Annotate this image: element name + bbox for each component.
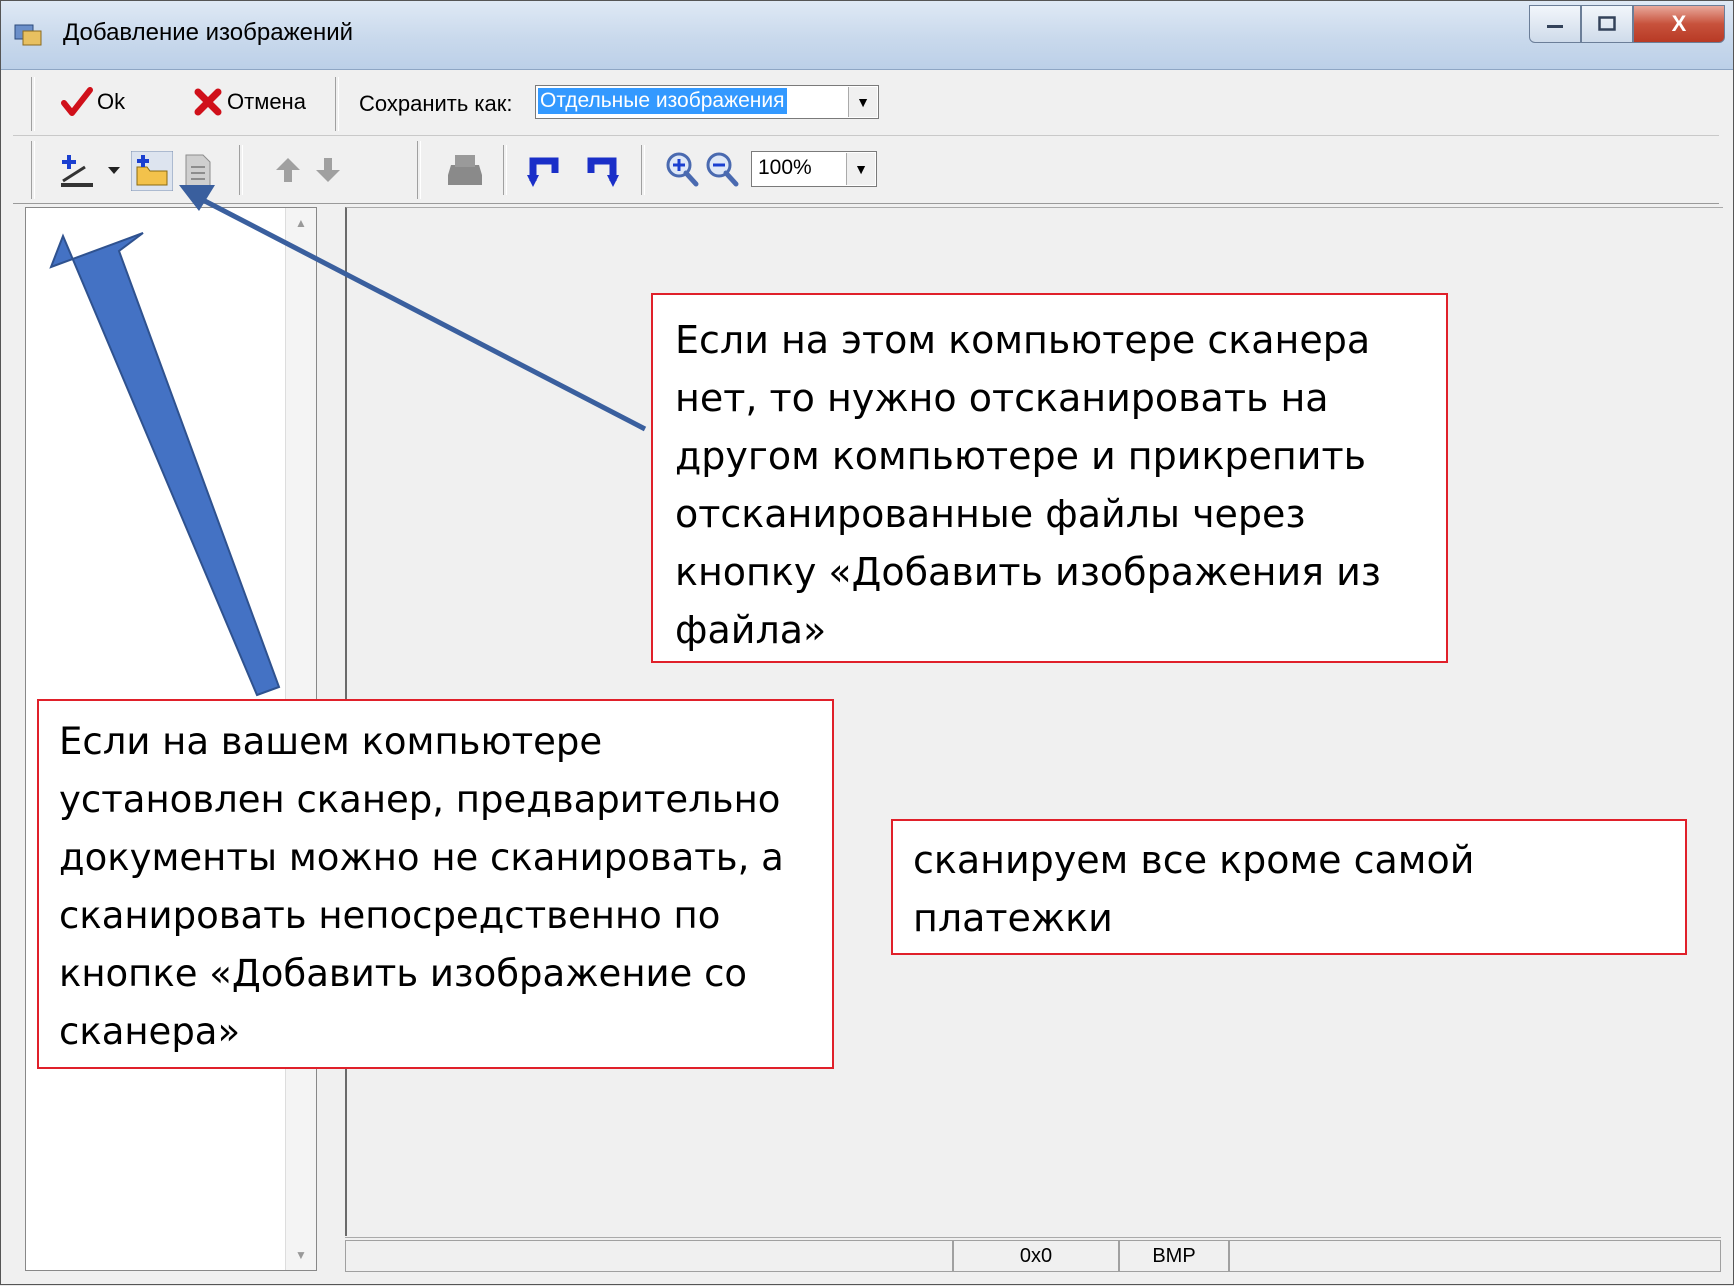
title-bar[interactable]: Добавление изображений X: [1, 1, 1733, 70]
ok-button[interactable]: Ok: [61, 87, 125, 117]
checkmark-icon: [61, 87, 93, 116]
save-as-value: Отдельные изображения: [538, 88, 787, 114]
toolbar-separator: [31, 77, 35, 131]
cross-icon: [194, 88, 222, 116]
chevron-down-icon[interactable]: ▼: [848, 87, 877, 117]
toolbar-separator: [31, 141, 35, 199]
close-icon: X: [1671, 11, 1687, 36]
status-bar: 0x0 BMP: [345, 1237, 1721, 1274]
ok-label: Ok: [97, 89, 126, 114]
rotate-right-icon[interactable]: [583, 151, 621, 189]
scroll-up-icon[interactable]: ▲: [286, 208, 316, 238]
app-icon: [14, 24, 42, 46]
status-cell: [345, 1240, 953, 1272]
toolbar-separator: [335, 77, 339, 131]
add-images-window: Добавление изображений X Ok Отмена Сохра…: [0, 0, 1734, 1285]
maximize-icon: [1598, 16, 1616, 31]
action-toolbar: Ok Отмена Сохранить как: Отдельные изобр…: [13, 73, 1719, 136]
zoom-in-icon[interactable]: [665, 151, 699, 187]
callout-scanner-note: Если на вашем компьютере установлен скан…: [37, 699, 834, 1069]
toolbar-separator: [239, 145, 243, 195]
zoom-out-icon[interactable]: [705, 151, 739, 187]
status-size: 0x0: [953, 1240, 1119, 1272]
zoom-value: 100%: [758, 156, 812, 179]
scan-add-icon[interactable]: [57, 151, 97, 191]
maximize-button[interactable]: [1581, 5, 1633, 43]
move-up-icon[interactable]: [273, 155, 303, 185]
toolbar-separator: [641, 145, 645, 195]
print-icon[interactable]: [445, 151, 485, 189]
status-cell: [1229, 1240, 1721, 1272]
chevron-down-icon[interactable]: ▼: [846, 153, 875, 185]
callout-scan-all-note: сканируем все кроме самой платежки: [891, 819, 1687, 955]
dropdown-arrow-icon[interactable]: [107, 165, 121, 175]
status-format: BMP: [1119, 1240, 1229, 1272]
rotate-left-icon[interactable]: [525, 151, 563, 189]
save-as-select[interactable]: Отдельные изображения ▼: [535, 85, 879, 119]
scroll-down-icon[interactable]: ▼: [286, 1240, 316, 1270]
move-down-icon[interactable]: [313, 155, 343, 185]
zoom-select[interactable]: 100% ▼: [751, 151, 877, 187]
minimize-icon: [1547, 25, 1563, 28]
image-toolbar: 100% ▼: [13, 137, 1719, 204]
document-icon: [185, 154, 211, 188]
toolbar-separator: [503, 145, 507, 195]
save-as-label: Сохранить как:: [359, 91, 513, 116]
callout-file-note: Если на этом компьютере сканера нет, то …: [651, 293, 1448, 663]
toolbar-separator: [417, 141, 421, 199]
window-title: Добавление изображений: [63, 19, 354, 46]
add-from-file-icon[interactable]: [131, 151, 173, 191]
minimize-button[interactable]: [1529, 5, 1581, 43]
cancel-label: Отмена: [227, 89, 306, 114]
close-button[interactable]: X: [1633, 5, 1725, 43]
cancel-button[interactable]: Отмена: [193, 87, 306, 117]
